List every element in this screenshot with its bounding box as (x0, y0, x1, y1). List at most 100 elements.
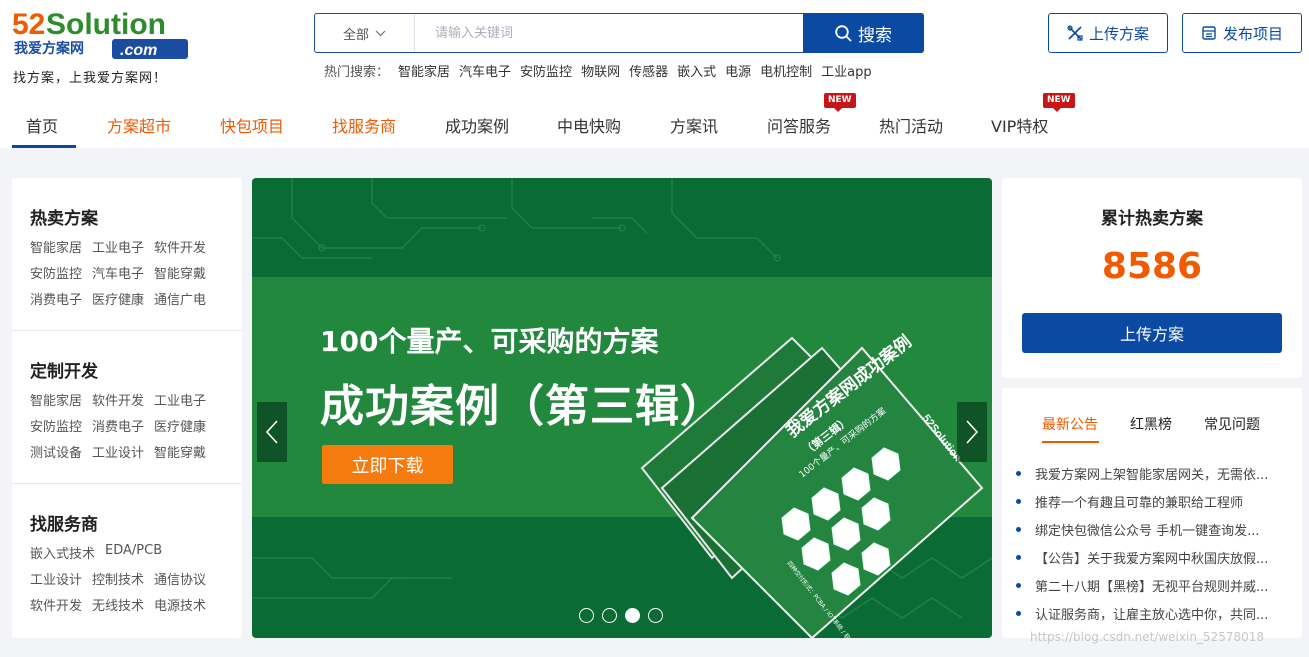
category-tag[interactable]: 智能家居 (30, 390, 82, 409)
download-button[interactable]: 立即下载 (322, 445, 453, 484)
nav-item-quick-buy[interactable]: 中电快购 (557, 113, 621, 137)
category-tag[interactable]: 消费电子 (92, 416, 144, 435)
banner-next-button[interactable] (957, 402, 987, 462)
watermark: https://blog.csdn.net/weixin_52578018 (1030, 630, 1265, 644)
notice-item[interactable]: 推荐一个有趣且可靠的兼职给工程师 (1016, 492, 1306, 520)
category-tag[interactable]: 安防监控 (30, 263, 82, 282)
category-title[interactable]: 定制开发 (30, 357, 242, 382)
hero-banner[interactable]: 我爱方案网成功案例 （第三辑） 100个量产、可采购的方案 52Solution… (252, 178, 992, 638)
category-tag[interactable]: 无线技术 (92, 595, 144, 614)
publish-project-button[interactable]: 发布项目 (1182, 13, 1302, 53)
category-tag[interactable]: EDA/PCB (105, 543, 162, 562)
carousel-dot-active[interactable] (625, 608, 640, 623)
hot-search-link[interactable]: 嵌入式 (677, 61, 716, 80)
hot-search-link[interactable]: 电源 (725, 61, 751, 80)
stats-value: 8586 (1101, 246, 1203, 287)
category-tag[interactable]: 汽车电子 (92, 263, 144, 282)
site-logo[interactable]: 52 Solution 我爱方案网 .com (12, 6, 192, 66)
upload-solution-primary-button[interactable]: 上传方案 (1022, 313, 1282, 353)
category-tag[interactable]: 工业设计 (92, 442, 144, 461)
stats-card: 累计热卖方案 8586 上传方案 (1002, 178, 1302, 378)
category-title[interactable]: 找服务商 (30, 510, 242, 535)
notice-item[interactable]: 认证服务商，让雇主放心选中你，共同... (1016, 604, 1306, 632)
category-tag[interactable]: 控制技术 (92, 569, 144, 588)
hot-search-link[interactable]: 汽车电子 (459, 61, 511, 80)
notice-item[interactable]: 【公告】关于我爱方案网中秋国庆放假... (1016, 548, 1306, 576)
notice-item[interactable]: 我爱方案网上架智能家居网关，无需依... (1016, 464, 1306, 492)
nav-item-qa-service[interactable]: 问答服务 (767, 113, 831, 137)
category-section: 定制开发 智能家居 软件开发 工业电子 安防监控 消费电子 医疗健康 测试设备 … (12, 331, 242, 484)
notice-list: 我爱方案网上架智能家居网关，无需依... 推荐一个有趣且可靠的兼职给工程师 绑定… (1016, 464, 1306, 632)
tab-latest-notices[interactable]: 最新公告 (1042, 414, 1098, 434)
category-tag[interactable]: 医疗健康 (92, 289, 144, 308)
svg-text:Solution: Solution (46, 8, 166, 41)
category-tag[interactable]: 工业设计 (30, 569, 82, 588)
stats-title: 累计热卖方案 (1101, 209, 1203, 229)
category-tag[interactable]: 软件开发 (92, 390, 144, 409)
chevron-down-icon (375, 30, 386, 36)
nav-item-vip[interactable]: VIP特权 (991, 113, 1048, 137)
carousel-dot[interactable] (579, 608, 594, 623)
chevron-left-icon (265, 420, 278, 444)
search-bar: 全部 搜索 (314, 13, 924, 53)
site-header: 52 Solution 我爱方案网 .com 找方案，上我爱方案网！ 全部 搜索… (0, 0, 1309, 148)
search-scope-select[interactable]: 全部 (315, 14, 415, 52)
tab-active-indicator (1042, 441, 1099, 443)
notice-card: 最新公告 红黑榜 常见问题 我爱方案网上架智能家居网关，无需依... 推荐一个有… (1002, 388, 1302, 638)
new-badge: NEW (1043, 93, 1075, 112)
main-nav: 首页 方案超市 快包项目 找服务商 成功案例 中电快购 方案讯 问答服务 NEW… (0, 93, 1309, 148)
category-tag[interactable]: 通信广电 (154, 289, 206, 308)
casebook-illustration: 我爱方案网成功案例 （第三辑） 100个量产、可采购的方案 52Solution… (640, 331, 984, 638)
carousel-dot[interactable] (648, 608, 663, 623)
search-button[interactable]: 搜索 (803, 13, 924, 53)
hot-search-link[interactable]: 传感器 (629, 61, 668, 80)
nav-item-hot-events[interactable]: 热门活动 (879, 113, 943, 137)
tab-faq[interactable]: 常见问题 (1204, 414, 1260, 434)
tab-red-black-list[interactable]: 红黑榜 (1130, 414, 1172, 434)
category-tag[interactable]: 软件开发 (154, 237, 206, 256)
hot-search-link[interactable]: 安防监控 (520, 61, 572, 80)
category-tag[interactable]: 智能穿戴 (154, 263, 206, 282)
category-tag[interactable]: 软件开发 (30, 595, 82, 614)
category-tag[interactable]: 工业电子 (92, 237, 144, 256)
category-tag[interactable]: 嵌入式技术 (30, 543, 95, 562)
new-badge: NEW (824, 93, 856, 112)
category-tag[interactable]: 智能家居 (30, 237, 82, 256)
category-tag[interactable]: 电源技术 (154, 595, 206, 614)
nav-item-solution-market[interactable]: 方案超市 (107, 113, 171, 137)
hot-search-link[interactable]: 智能家居 (398, 61, 450, 80)
hot-search-link[interactable]: 物联网 (581, 61, 620, 80)
category-tag[interactable]: 安防监控 (30, 416, 82, 435)
category-title[interactable]: 热卖方案 (30, 204, 242, 229)
hot-searches-label: 热门搜索： (324, 65, 390, 80)
notice-item[interactable]: 绑定快包微信公众号 手机一键查询发... (1016, 520, 1306, 548)
nav-item-home[interactable]: 首页 (26, 113, 58, 137)
category-tag[interactable]: 医疗健康 (154, 416, 206, 435)
hot-search-link[interactable]: 电机控制 (760, 61, 812, 80)
banner-title: 成功案例（第三辑） (320, 381, 725, 432)
category-tag[interactable]: 测试设备 (30, 442, 82, 461)
notice-item[interactable]: 第二十八期【黑榜】无视平台规则并威... (1016, 576, 1306, 604)
search-scope-label: 全部 (342, 27, 369, 43)
carousel-dot[interactable] (602, 608, 617, 623)
category-tag[interactable]: 工业电子 (154, 390, 206, 409)
hot-search-link[interactable]: 工业app (821, 61, 871, 80)
nav-item-find-providers[interactable]: 找服务商 (332, 113, 396, 137)
search-input[interactable] (415, 14, 803, 52)
category-section: 找服务商 嵌入式技术 EDA/PCB 工业设计 控制技术 通信协议 软件开发 无… (12, 484, 242, 637)
svg-text:52: 52 (12, 8, 45, 41)
nav-item-quick-projects[interactable]: 快包项目 (220, 113, 284, 137)
chevron-right-icon (966, 420, 979, 444)
nav-active-indicator (12, 145, 76, 148)
category-tag[interactable]: 消费电子 (30, 289, 82, 308)
category-tag[interactable]: 通信协议 (154, 569, 206, 588)
nav-item-news[interactable]: 方案讯 (670, 113, 718, 137)
hot-searches: 热门搜索： 智能家居 汽车电子 安防监控 物联网 传感器 嵌入式 电源 电机控制… (324, 61, 872, 80)
svg-text:我爱方案网: 我爱方案网 (14, 40, 84, 57)
document-icon (1202, 26, 1216, 40)
svg-text:.com: .com (120, 42, 157, 59)
category-tag[interactable]: 智能穿戴 (154, 442, 206, 461)
banner-prev-button[interactable] (257, 402, 287, 462)
nav-item-success-cases[interactable]: 成功案例 (445, 113, 509, 137)
upload-solution-button[interactable]: 上传方案 (1048, 13, 1168, 53)
